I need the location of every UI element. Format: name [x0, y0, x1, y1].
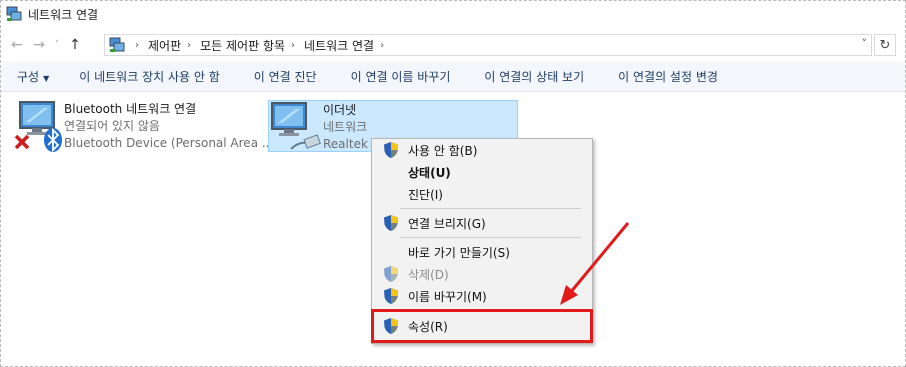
- diagnose-button[interactable]: 이 연결 진단: [238, 68, 317, 85]
- connection-device: Bluetooth Device (Personal Area ...: [64, 136, 274, 150]
- breadcrumb-separator[interactable]: ›: [187, 40, 191, 51]
- menu-item-label: 연결 브리지(G): [408, 216, 486, 231]
- breadcrumb-separator[interactable]: ›: [380, 40, 384, 51]
- organize-label: 구성: [17, 70, 40, 84]
- uac-shield-icon: [384, 215, 398, 231]
- forward-button[interactable]: →: [28, 34, 50, 56]
- ethernet-network-icon: [269, 101, 323, 153]
- address-dropdown-icon[interactable]: ˅: [862, 37, 868, 50]
- menu-item-label: 진단(I): [408, 187, 443, 202]
- arrow-up-icon: ↑: [69, 37, 81, 53]
- caret-down-icon: ▼: [43, 74, 50, 83]
- chevron-down-icon: ˅: [54, 40, 60, 50]
- command-bar: 구성 ▼ 이 네트워크 장치 사용 안 함 이 연결 진단 이 연결 이름 바꾸기…: [1, 62, 905, 92]
- menu-item-label: 사용 안 함(B): [408, 143, 478, 158]
- change-settings-button[interactable]: 이 연결의 설정 변경: [602, 68, 718, 85]
- bluetooth-icon: [44, 127, 62, 153]
- menu-item-label: 이름 바꾸기(M): [408, 289, 487, 304]
- uac-shield-icon: [384, 266, 398, 282]
- title-bar: 네트워크 연결: [0, 0, 906, 28]
- up-button[interactable]: ↑: [64, 34, 86, 56]
- address-row: ← → ˅ ↑ › 제어판 › 모든 제어판 항목 › 네트워크 연결 › ˅ …: [0, 32, 906, 58]
- menu-item-label: 상태(U): [408, 165, 451, 180]
- breadcrumb-separator[interactable]: ›: [291, 40, 295, 51]
- menu-item-status[interactable]: 상태(U): [372, 161, 592, 183]
- refresh-button[interactable]: ↻: [874, 34, 896, 56]
- uac-shield-icon: [384, 142, 398, 158]
- annotation-arrow-icon: [560, 222, 630, 305]
- arrow-right-icon: →: [33, 37, 45, 53]
- connection-item-bluetooth[interactable]: Bluetooth 네트워크 연결 연결되어 있지 않음 Bluetooth D…: [14, 100, 274, 153]
- breadcrumb-separator: ›: [135, 39, 139, 51]
- organize-button[interactable]: 구성 ▼: [1, 68, 49, 85]
- connection-status: 네트워크: [323, 120, 368, 134]
- control-panel-icon: [109, 37, 125, 53]
- arrow-left-icon: ←: [11, 37, 23, 53]
- breadcrumb-network-connections[interactable]: 네트워크 연결: [304, 37, 374, 54]
- connection-name: 이더넷: [323, 103, 357, 117]
- connection-name: Bluetooth 네트워크 연결: [64, 102, 197, 116]
- window-title: 네트워크 연결: [28, 7, 99, 22]
- address-bar[interactable]: › 제어판 › 모든 제어판 항목 › 네트워크 연결 › ˅: [104, 34, 872, 56]
- menu-item-diagnose[interactable]: 진단(I): [372, 183, 592, 205]
- bluetooth-network-icon: [14, 100, 64, 153]
- recent-locations-button[interactable]: ˅: [50, 34, 64, 56]
- view-status-button[interactable]: 이 연결의 상태 보기: [468, 68, 584, 85]
- uac-shield-icon: [384, 288, 398, 304]
- menu-separator: [400, 208, 581, 209]
- menu-item-label: 바로 가기 만들기(S): [408, 245, 510, 260]
- disable-device-button[interactable]: 이 네트워크 장치 사용 안 함: [63, 68, 220, 85]
- back-button[interactable]: ←: [6, 34, 28, 56]
- rename-button[interactable]: 이 연결 이름 바꾸기: [335, 68, 451, 85]
- error-x-icon: [14, 134, 30, 150]
- menu-item-label: 삭제(D): [408, 267, 449, 282]
- breadcrumb-all-items[interactable]: 모든 제어판 항목: [200, 37, 285, 54]
- breadcrumb-control-panel[interactable]: 제어판: [148, 37, 181, 54]
- refresh-icon: ↻: [879, 37, 891, 53]
- network-connections-icon: [6, 6, 22, 22]
- menu-item-disable[interactable]: 사용 안 함(B): [372, 139, 592, 161]
- connection-status: 연결되어 있지 않음: [64, 119, 160, 133]
- ethernet-cable-icon: [290, 134, 321, 150]
